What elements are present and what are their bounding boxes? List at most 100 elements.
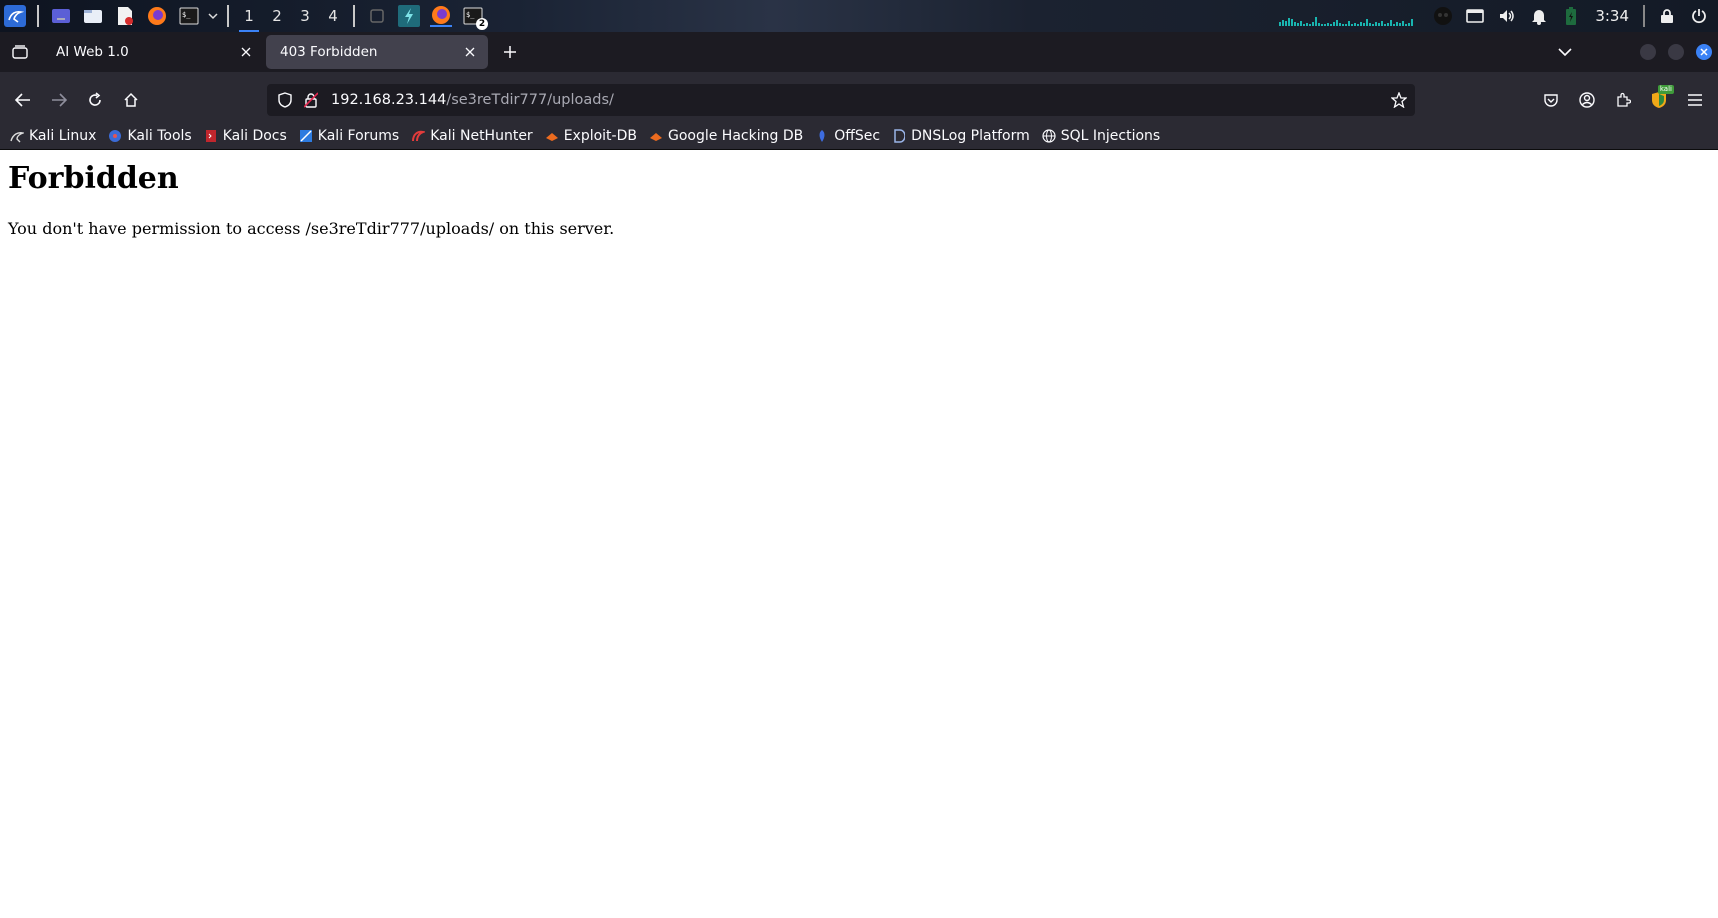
url-text[interactable]: 192.168.23.144/se3reTdir777/uploads/	[331, 92, 614, 108]
application-menu-button[interactable]	[1678, 83, 1712, 117]
url-path: /se3reTdir777/uploads/	[446, 92, 614, 108]
chevron-down-icon	[1558, 47, 1572, 56]
insecure-lock-icon[interactable]	[299, 92, 323, 108]
bookmark-label: Kali Linux	[29, 127, 97, 144]
tracking-protection-shield-icon[interactable]	[271, 92, 299, 108]
navigation-toolbar: 192.168.23.144/se3reTdir777/uploads/ kal…	[0, 72, 1718, 128]
bookmark-label: Kali Tools	[127, 127, 192, 144]
panel-separator	[37, 5, 39, 27]
kali-extension-button[interactable]: kali	[1642, 83, 1676, 117]
kali-dragon-icon	[10, 129, 24, 143]
notification-bell-icon[interactable]	[1528, 5, 1550, 27]
page-content: Forbidden You don't have permission to a…	[0, 151, 1718, 918]
arrow-right-icon	[52, 93, 67, 107]
vpn-mask-icon[interactable]	[1432, 5, 1454, 27]
terminal-count-badge: 2	[476, 18, 488, 30]
pocket-button[interactable]	[1534, 83, 1568, 117]
account-button[interactable]	[1570, 83, 1604, 117]
terminal-task-icon[interactable]: $_ 2	[462, 5, 488, 30]
burp-task-icon[interactable]	[398, 5, 420, 27]
list-all-tabs-button[interactable]	[1548, 35, 1582, 69]
bookmark-label: Google Hacking DB	[667, 127, 804, 144]
pocket-icon	[1544, 94, 1558, 107]
arrow-left-icon	[15, 93, 30, 107]
bookmarks-toolbar: Kali Linux Kali Tools Kali Docs Kali For…	[0, 122, 1718, 150]
power-icon[interactable]	[1688, 5, 1710, 27]
kali-docs-icon	[204, 129, 218, 143]
network-monitor-graph	[1279, 6, 1414, 26]
new-tab-button[interactable]	[492, 35, 528, 69]
panel-separator	[227, 5, 229, 27]
minimize-window-button[interactable]	[1640, 44, 1656, 60]
plus-icon	[504, 46, 516, 58]
lock-screen-icon[interactable]	[1656, 5, 1678, 27]
tab-403-forbidden[interactable]: 403 Forbidden	[266, 35, 488, 69]
tab-ai-web[interactable]: AI Web 1.0	[42, 35, 264, 69]
desktop-icon[interactable]	[50, 5, 72, 27]
close-icon[interactable]	[462, 44, 478, 60]
system-tray: 3:34	[1279, 0, 1718, 32]
terminal-launcher-icon[interactable]: $_	[178, 5, 200, 27]
tab-list-button[interactable]	[0, 32, 40, 72]
bookmark-label: Kali NetHunter	[430, 127, 533, 144]
panel-separator	[1643, 5, 1645, 27]
workspace-1[interactable]: 1	[235, 0, 263, 32]
workspace-3[interactable]: 3	[291, 0, 319, 32]
firefox-launcher-icon[interactable]	[146, 5, 168, 27]
text-editor-icon[interactable]	[114, 5, 136, 27]
file-manager-icon[interactable]	[82, 5, 104, 27]
kali-extension-badge: kali	[1657, 85, 1674, 94]
bookmark-star-icon[interactable]	[1390, 91, 1408, 112]
bookmark-label: SQL Injections	[1060, 127, 1161, 144]
bookmark-kali-tools[interactable]: Kali Tools	[108, 127, 192, 144]
kali-forums-icon	[299, 129, 313, 143]
svg-text:$_: $_	[182, 11, 191, 19]
back-button[interactable]	[6, 83, 40, 117]
bookmark-kali-nethunter[interactable]: Kali NetHunter	[411, 127, 533, 144]
clock[interactable]: 3:34	[1595, 7, 1629, 25]
tab-bar-controls	[1548, 32, 1718, 72]
bookmark-google-hacking-db[interactable]: Google Hacking DB	[649, 128, 803, 144]
bookmark-kali-docs[interactable]: Kali Docs	[204, 128, 287, 144]
workspace-2[interactable]: 2	[263, 0, 291, 32]
nethunter-icon	[411, 129, 426, 143]
dnslog-icon	[892, 128, 906, 143]
exploit-db-icon	[545, 129, 559, 143]
svg-text:$_: $_	[466, 11, 475, 19]
bookmark-sql-injections[interactable]: SQL Injections	[1042, 128, 1160, 144]
close-icon[interactable]	[238, 44, 254, 60]
reload-button[interactable]	[78, 83, 112, 117]
bookmark-kali-linux[interactable]: Kali Linux	[10, 128, 96, 144]
chevron-down-icon[interactable]	[207, 5, 219, 27]
home-button[interactable]	[114, 83, 148, 117]
url-host: 192.168.23.144	[331, 92, 447, 108]
bookmark-label: Kali Docs	[222, 127, 287, 144]
bookmark-label: Kali Forums	[317, 127, 400, 144]
forward-button[interactable]	[42, 83, 76, 117]
window-placeholder-icon[interactable]	[366, 5, 388, 27]
bookmark-exploit-db[interactable]: Exploit-DB	[545, 128, 637, 144]
puzzle-piece-icon	[1617, 92, 1631, 107]
reload-icon	[89, 92, 101, 106]
extensions-button[interactable]	[1606, 83, 1640, 117]
bookmark-dnslog-platform[interactable]: DNSLog Platform	[892, 128, 1030, 144]
bookmark-kali-forums[interactable]: Kali Forums	[299, 128, 399, 144]
kali-menu-icon[interactable]	[4, 5, 26, 27]
home-icon	[124, 92, 138, 107]
display-icon[interactable]	[1464, 5, 1486, 27]
toolbar-right-buttons: kali	[1533, 72, 1718, 128]
ghdb-icon	[649, 129, 663, 143]
system-panel: $_ 1 2 3 4 $_ 2 3:34	[0, 0, 1718, 32]
workspace-4[interactable]: 4	[319, 0, 347, 32]
battery-icon[interactable]	[1560, 5, 1582, 27]
firefox-task-icon[interactable]	[430, 5, 452, 27]
maximize-window-button[interactable]	[1668, 44, 1684, 60]
tab-title: AI Web 1.0	[56, 44, 129, 60]
close-window-button[interactable]	[1696, 44, 1712, 60]
url-bar[interactable]: 192.168.23.144/se3reTdir777/uploads/	[267, 84, 1415, 116]
bookmark-label: OffSec	[834, 127, 881, 144]
hamburger-menu-icon	[1688, 94, 1702, 106]
kali-tools-icon	[108, 129, 122, 143]
volume-icon[interactable]	[1496, 5, 1518, 27]
bookmark-offsec[interactable]: OffSec	[815, 128, 880, 144]
